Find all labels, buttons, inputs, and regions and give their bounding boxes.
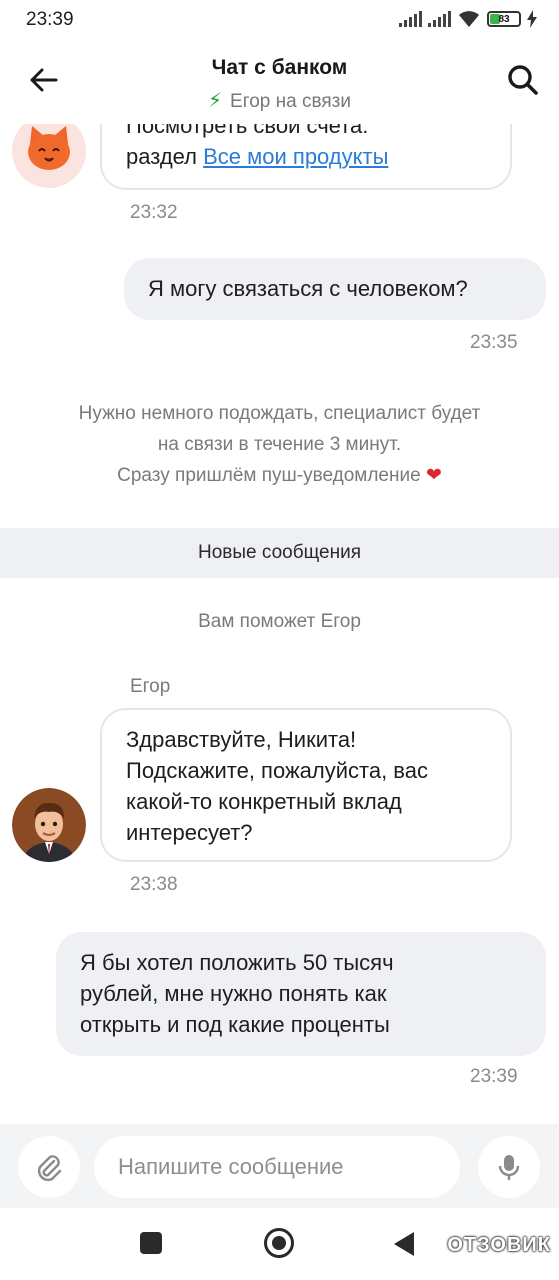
bot-avatar [12, 124, 86, 188]
chat-status: ⚡ Егор на связи [0, 88, 559, 113]
message-text-line: раздел Все мои продукты [126, 141, 488, 172]
system-notice-line: на связи в течение 3 минут. [157, 434, 402, 455]
microphone-icon [498, 1155, 520, 1180]
battery-level: 83 [498, 13, 510, 25]
outgoing-message[interactable]: Я бы хотел положить 50 тысяч рублей, мне… [56, 932, 546, 1056]
chat-status-text: Егор на связи [230, 91, 351, 112]
home-button[interactable] [264, 1228, 294, 1258]
incoming-message[interactable]: Посмотреть свои счета: раздел Все мои пр… [100, 124, 512, 190]
signal-icon [399, 11, 422, 27]
search-icon [508, 65, 538, 95]
new-messages-divider: Новые сообщения [0, 528, 559, 578]
lightning-icon: ⚡ [208, 90, 223, 112]
assigned-agent-notice: Вам поможет Егор [198, 611, 361, 632]
heart-icon: ❤ [425, 465, 442, 486]
signal-icon-2 [428, 11, 451, 27]
recents-button[interactable] [140, 1232, 162, 1254]
status-time: 23:39 [26, 9, 74, 30]
system-notice-line: Сразу пришлём пуш-уведомление ❤ [117, 465, 442, 486]
cat-icon [12, 124, 86, 188]
message-timestamp: 23:35 [470, 332, 518, 353]
system-notice: Нужно немного подождать, специалист буде… [20, 398, 539, 491]
message-text-line: интересует? [126, 820, 253, 845]
chat-messages[interactable]: Посмотреть свои счета: раздел Все мои пр… [0, 124, 559, 1124]
chat-title: Чат с банком [211, 56, 348, 79]
status-icons: 83 [399, 10, 537, 28]
all-products-link[interactable]: Все мои продукты [203, 144, 388, 169]
composer-bar [0, 1124, 559, 1208]
message-text-line: рублей, мне нужно понять как [80, 981, 387, 1006]
message-text-line: Посмотреть свои счета: [126, 124, 369, 138]
message-text: Я могу связаться с человеком? [148, 276, 468, 301]
battery-icon: 83 [487, 11, 521, 27]
outgoing-message[interactable]: Я могу связаться с человеком? [124, 258, 546, 320]
wifi-icon [459, 11, 479, 27]
paperclip-icon [37, 1155, 62, 1182]
system-nav-bar: ОТЗОВИК [0, 1208, 559, 1280]
message-input[interactable] [94, 1136, 460, 1198]
voice-message-button[interactable] [478, 1136, 540, 1198]
message-timestamp: 23:38 [130, 874, 178, 895]
charging-icon [527, 10, 537, 28]
message-text-line: Я бы хотел положить 50 тысяч [80, 950, 394, 975]
incoming-message[interactable]: Здравствуйте, Никита! Подскажите, пожалу… [100, 708, 512, 862]
system-notice-line: Нужно немного подождать, специалист буде… [78, 403, 481, 424]
message-text-prefix: раздел [126, 144, 204, 169]
operator-avatar [12, 788, 86, 862]
message-timestamp: 23:32 [130, 202, 178, 223]
status-bar: 23:39 83 [0, 0, 559, 40]
system-back-button[interactable] [394, 1232, 414, 1256]
chat-header: Чат с банком ⚡ Егор на связи [0, 40, 559, 124]
message-text-line: какой-то конкретный вклад [126, 789, 402, 814]
sender-name: Егор [130, 676, 171, 697]
person-avatar-icon [12, 788, 86, 862]
message-text-line: Здравствуйте, Никита! [126, 727, 357, 752]
message-text-line: открыть и под какие проценты [80, 1012, 390, 1037]
message-text-line: Подскажите, пожалуйста, вас [126, 758, 428, 783]
attach-button[interactable] [18, 1136, 80, 1198]
watermark: ОТЗОВИК [447, 1234, 551, 1256]
search-button[interactable] [505, 62, 541, 98]
message-timestamp: 23:39 [470, 1066, 518, 1087]
